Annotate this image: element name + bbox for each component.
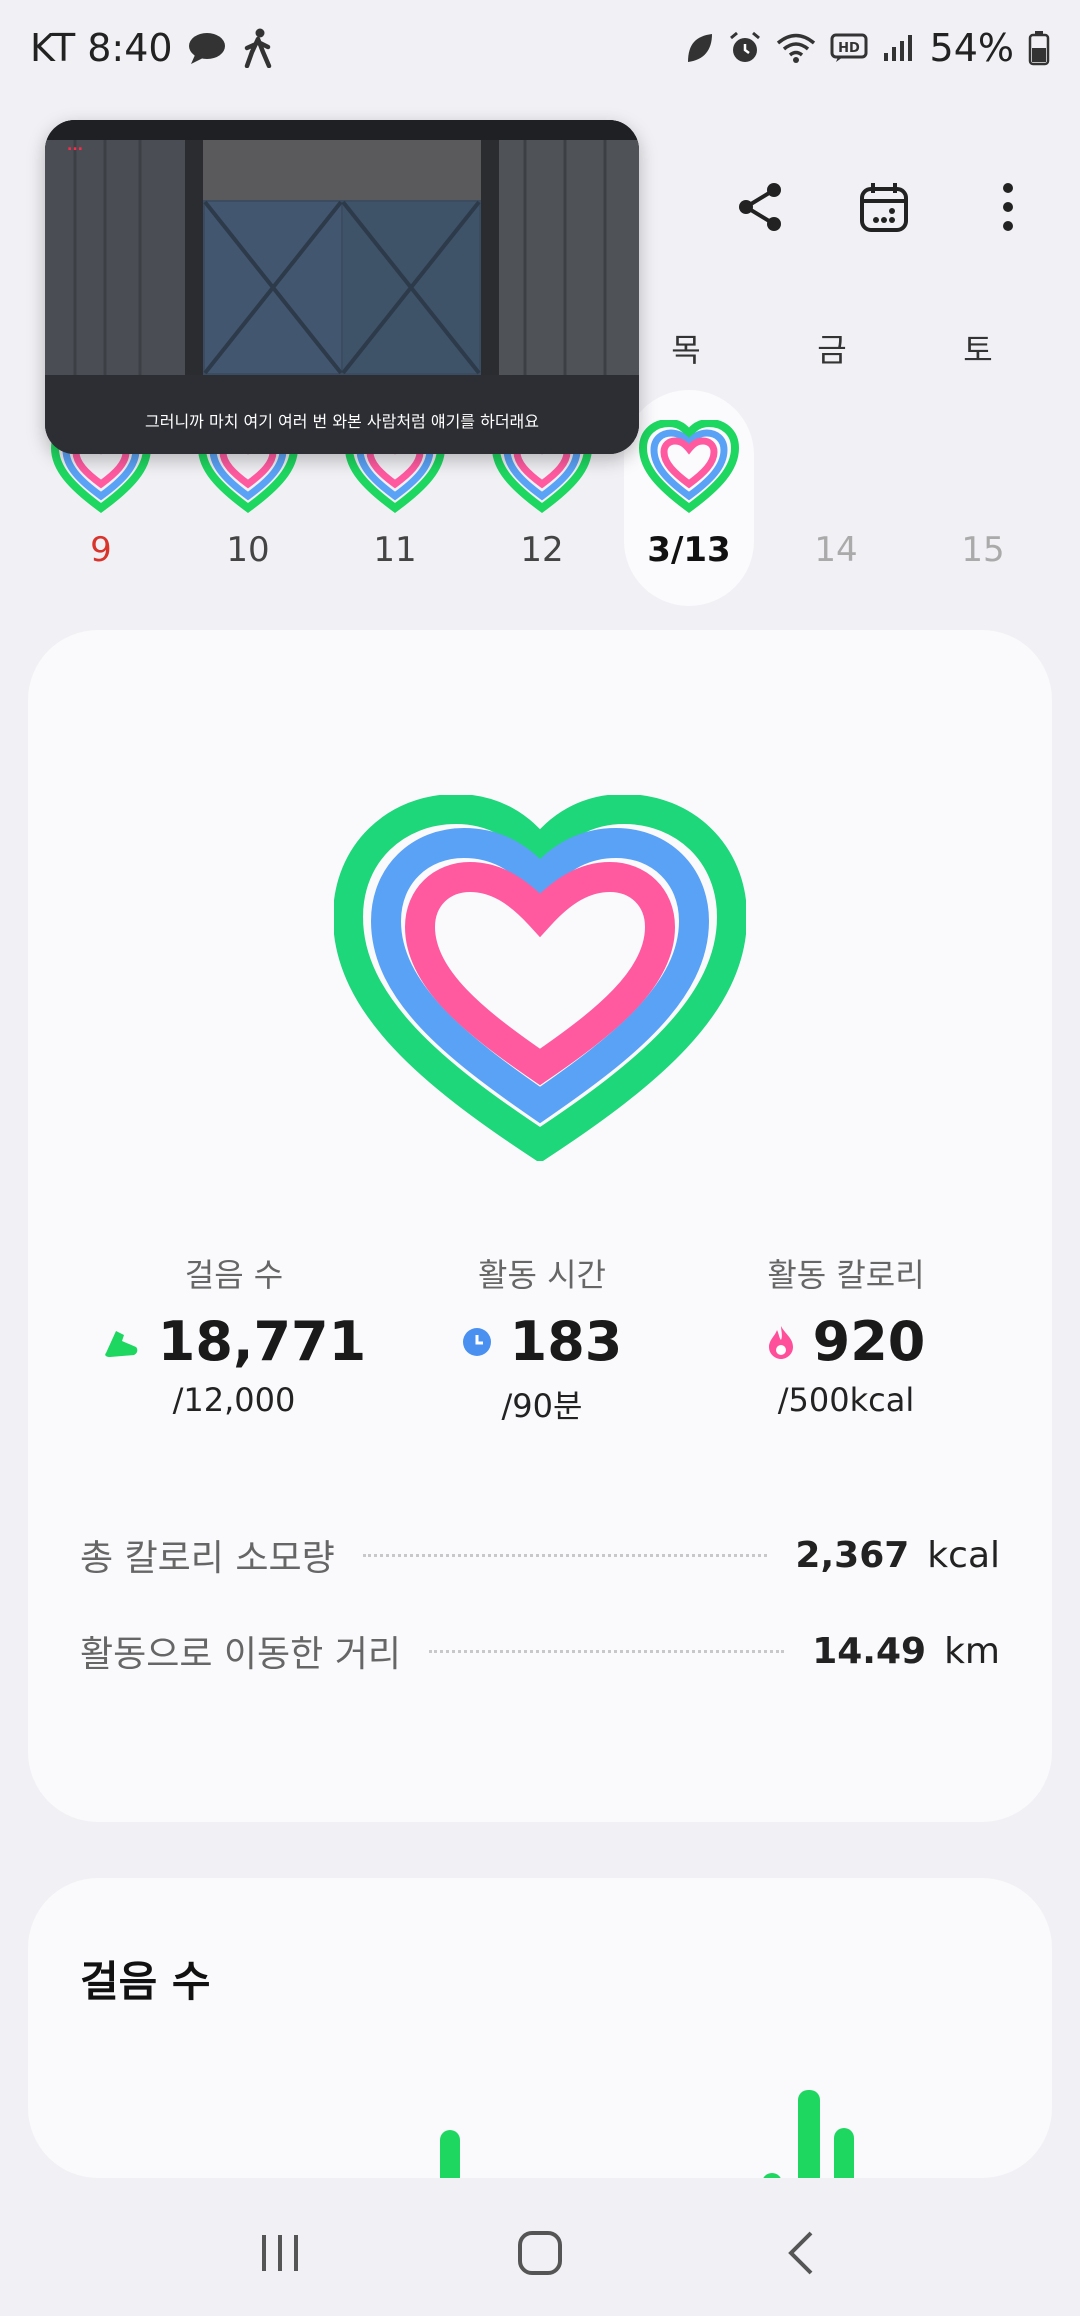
- total-calories-value: 2,367: [795, 1534, 910, 1576]
- svg-text:HD: HD: [838, 41, 860, 56]
- steps-bar: [798, 2090, 820, 2178]
- alarm-icon: [729, 31, 760, 62]
- date-10[interactable]: 10: [193, 530, 303, 570]
- date-12[interactable]: 12: [487, 530, 597, 570]
- active-calories-label: 활동 칼로리: [767, 1256, 925, 1294]
- steps-value-row: 18,771: [74, 1310, 394, 1373]
- total-calories-label: 총 칼로리 소모량: [80, 1538, 335, 1579]
- steps-label: 걸음 수: [184, 1256, 284, 1294]
- week-dates: 9 10 11 12 3/13 14 15: [0, 530, 1080, 580]
- daily-activity-card[interactable]: 걸음 수 18,771 /12,000 활동 시간 183 /90분 활동 칼로…: [28, 630, 1052, 1822]
- active-calories-value: 920: [812, 1310, 926, 1373]
- steps-card-title: 걸음 수: [80, 1957, 211, 2006]
- wifi-icon: [776, 33, 815, 63]
- share-button[interactable]: [728, 175, 792, 239]
- top-actions: [728, 175, 1040, 239]
- date-11[interactable]: 11: [340, 530, 450, 570]
- leaf-icon: [687, 34, 712, 62]
- dotted-leader: [428, 1649, 785, 1653]
- date-9[interactable]: 9: [46, 530, 156, 570]
- hd-voice-icon: HD: [830, 33, 868, 62]
- steps-stat: 걸음 수 18,771 /12,000: [74, 1250, 394, 1419]
- distance-unit: km: [944, 1630, 1000, 1672]
- chat-bubble-icon: [188, 33, 225, 64]
- steps-bar: [440, 2130, 460, 2178]
- day-label-thu: 목: [671, 331, 701, 369]
- calendar-icon: [860, 183, 908, 232]
- steps-value: 18,771: [157, 1310, 367, 1373]
- battery-icon: [1028, 31, 1050, 66]
- active-time-label: 활동 시간: [478, 1256, 606, 1294]
- distance-row: 활동으로 이동한 거리 14.49 km: [80, 1626, 1000, 1676]
- recents-button[interactable]: [240, 2213, 320, 2293]
- date-13-selected[interactable]: 3/13: [634, 530, 744, 570]
- calendar-button[interactable]: [852, 175, 916, 239]
- dotted-leader: [362, 1553, 768, 1557]
- status-left: KT 8:40: [30, 26, 275, 70]
- day-ring-13-selected[interactable]: [639, 420, 739, 516]
- channel-logo: ...: [67, 138, 83, 154]
- pip-video-player[interactable]: ... 그러니까 마치 여기 여러 번 와본 사람처럼 얘기를 하더래요: [45, 120, 639, 454]
- back-icon: [788, 2231, 813, 2275]
- home-button[interactable]: [500, 2213, 580, 2293]
- flame-icon: [768, 1325, 793, 1359]
- day-label-fri: 금: [817, 331, 847, 369]
- carrier-time: KT 8:40: [30, 26, 173, 70]
- signal-icon: [883, 35, 912, 61]
- steps-bar: [762, 2173, 782, 2178]
- active-time-value-row: 183: [382, 1310, 702, 1373]
- active-calories-goal: /500kcal: [777, 1381, 915, 1419]
- active-time-stat: 활동 시간 183 /90분: [382, 1250, 702, 1427]
- day-label-sat: 토: [963, 331, 993, 369]
- steps-bar: [834, 2128, 854, 2178]
- total-calories-unit: kcal: [927, 1534, 1000, 1576]
- home-icon: [518, 2231, 562, 2275]
- shoe-icon: [105, 1330, 138, 1357]
- active-calories-value-row: 920: [686, 1310, 1006, 1373]
- back-button[interactable]: [760, 2213, 840, 2293]
- activity-rings-heart: [334, 795, 746, 1161]
- more-options-button[interactable]: [976, 175, 1040, 239]
- more-vertical-icon: [1003, 183, 1013, 231]
- date-15: 15: [961, 530, 1005, 570]
- battery-percent: 54%: [929, 26, 1014, 70]
- active-time-goal: /90분: [501, 1387, 583, 1425]
- clock-icon: [462, 1327, 491, 1356]
- video-subtitle: 그러니까 마치 여기 여러 번 와본 사람처럼 얘기를 하더래요: [145, 412, 539, 431]
- status-right: HD 54%: [684, 26, 1050, 70]
- date-14: 14: [814, 530, 858, 570]
- video-frame-image: [45, 120, 639, 454]
- recents-icon: [262, 2235, 298, 2271]
- share-icon: [739, 183, 781, 231]
- distance-value: 14.49: [812, 1630, 927, 1672]
- system-nav-bar: [0, 2190, 1080, 2316]
- distance-label: 활동으로 이동한 거리: [80, 1634, 401, 1675]
- active-time-value: 183: [509, 1310, 623, 1373]
- active-calories-stat: 활동 칼로리 920 /500kcal: [686, 1250, 1006, 1419]
- status-bar: KT 8:40 HD 54%: [0, 0, 1080, 96]
- total-calories-row: 총 칼로리 소모량 2,367 kcal: [80, 1530, 1000, 1580]
- steps-chart-card[interactable]: 걸음 수: [28, 1878, 1052, 2178]
- walking-icon: [244, 28, 271, 68]
- steps-goal: /12,000: [172, 1381, 296, 1419]
